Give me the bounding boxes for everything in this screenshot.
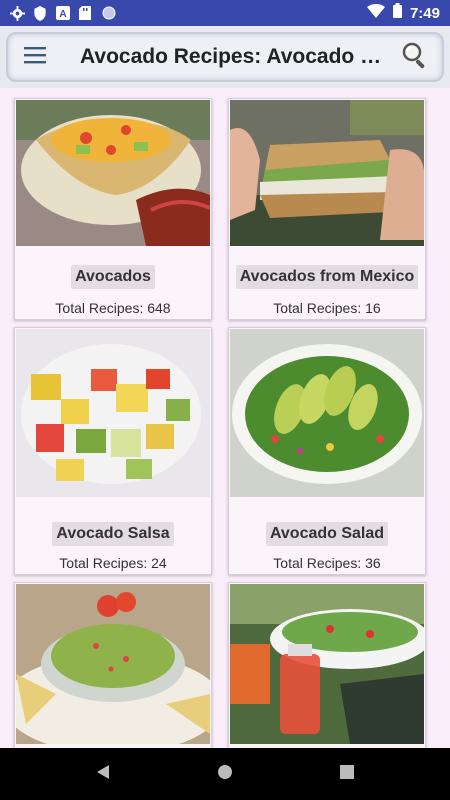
recents-button[interactable] [332,759,362,789]
category-card-avocado-salad[interactable]: Avocado Salad Total Recipes: 36 [228,327,426,575]
home-button[interactable] [210,759,240,789]
category-grid: Avocados Total Recipes: 648 Avocados fro… [0,88,450,748]
card-image-salad-bowl [230,584,424,744]
gear-icon [10,6,25,21]
category-card-avocados-from-mexico[interactable]: Avocados from Mexico Total Recipes: 16 [228,98,426,320]
card-title: Avocados from Mexico [235,265,419,289]
wifi-icon [366,3,385,23]
card-title: Avocados [71,265,155,289]
status-bar: A 7:49 [0,0,450,26]
back-triangle-icon [96,764,110,785]
circle-icon [102,6,116,20]
card-title: Avocado Salad [265,522,389,546]
search-icon [401,41,429,74]
card-recipe-count: Total Recipes: 648 [55,300,171,316]
app-bar-pill: Avocado Recipes: Avocado s… [6,32,444,82]
status-time: 7:49 [409,4,440,22]
app-bar: Avocado Recipes: Avocado s… [0,26,450,88]
category-card-avocados[interactable]: Avocados Total Recipes: 648 [14,98,212,320]
sd-card-icon [79,6,93,20]
category-card-salad-bowl[interactable] [228,582,426,748]
card-image-taco-salad [16,100,210,246]
status-right-icons: 7:49 [366,3,440,23]
app-title: Avocado Recipes: Avocado s… [80,45,392,68]
category-card-avocado-salsa[interactable]: Avocado Salsa Total Recipes: 24 [14,327,212,575]
category-card-guacamole[interactable] [14,582,212,748]
system-nav-bar [0,748,450,800]
search-button[interactable] [392,34,438,80]
recents-square-icon [340,764,354,784]
card-recipe-count: Total Recipes: 16 [273,300,381,316]
hamburger-menu-button[interactable] [12,34,58,80]
status-left-icons: A [10,6,116,21]
card-recipe-count: Total Recipes: 24 [59,555,167,571]
card-image-salsa [16,329,210,497]
shield-icon [33,6,47,21]
card-image-salad [230,329,424,497]
battery-icon [392,3,402,23]
card-image-sandwich [230,100,424,246]
card-image-guacamole [16,584,210,744]
hamburger-menu-icon [24,46,46,69]
back-button[interactable] [88,759,118,789]
svg-text:A: A [59,9,66,20]
a-box-icon: A [56,6,70,20]
home-circle-icon [217,764,233,785]
card-title: Avocado Salsa [52,522,174,546]
card-recipe-count: Total Recipes: 36 [273,555,381,571]
